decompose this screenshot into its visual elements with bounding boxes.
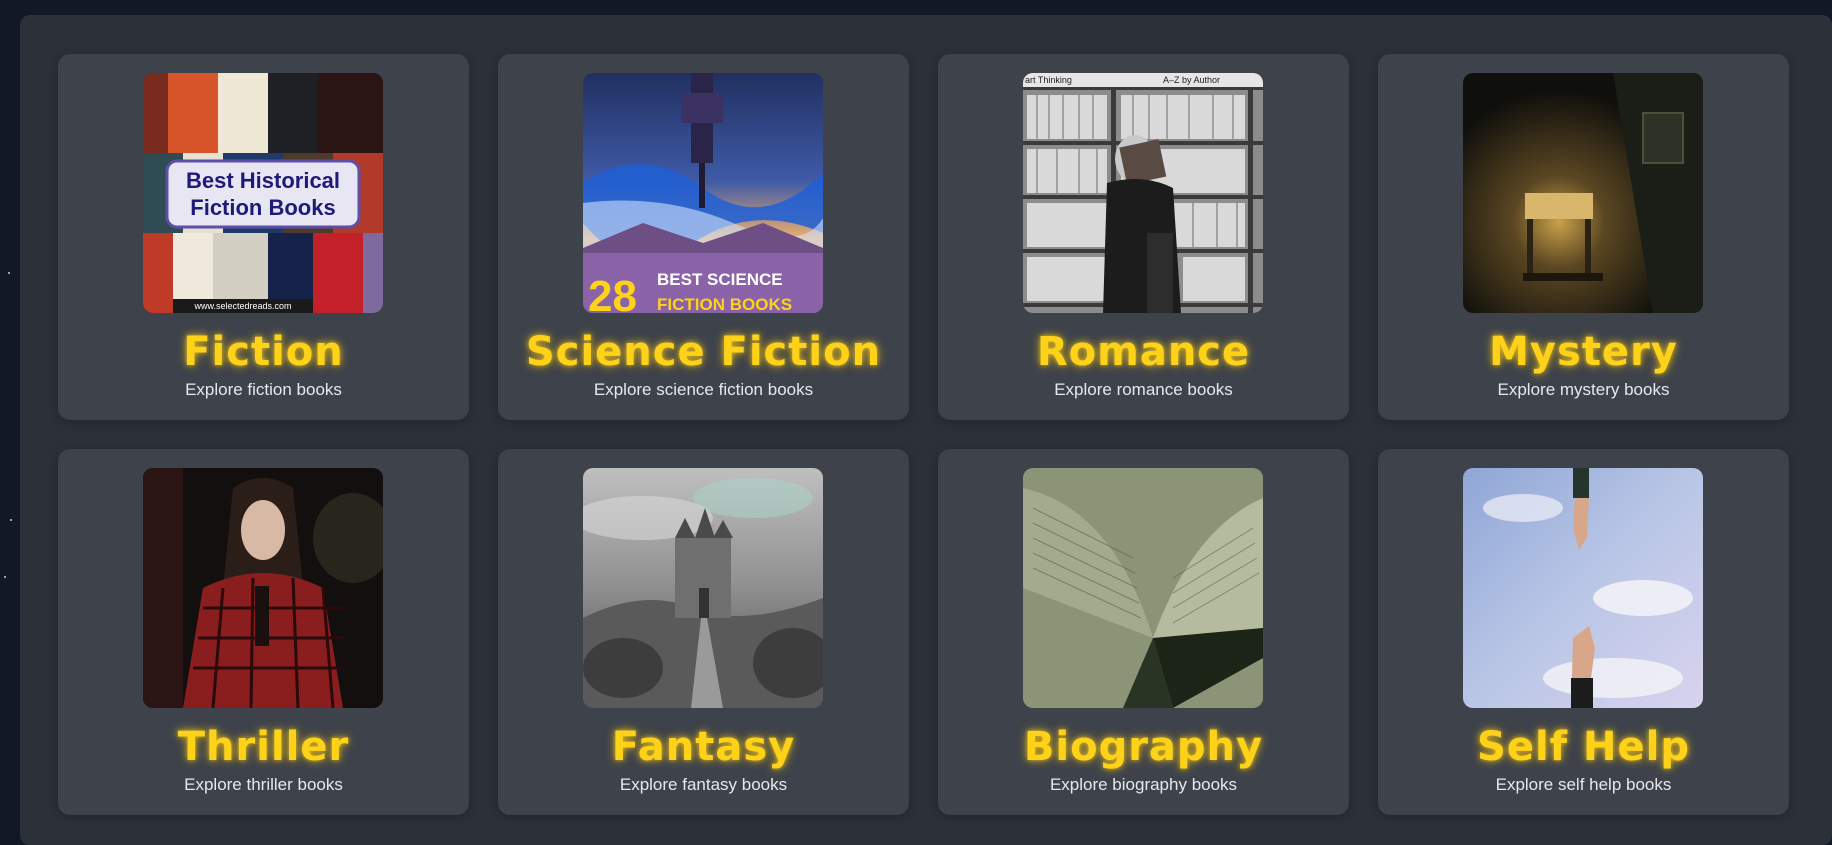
category-subtitle: Explore romance books xyxy=(938,380,1349,400)
category-card-mystery[interactable]: Mystery Explore mystery books xyxy=(1378,54,1789,420)
category-title: Fiction xyxy=(58,329,469,375)
category-subtitle: Explore thriller books xyxy=(58,775,469,795)
mystery-cover-image xyxy=(1463,73,1703,313)
category-card-fantasy[interactable]: Fantasy Explore fantasy books xyxy=(498,449,909,815)
category-card-fiction[interactable]: Best Historical Fiction Books www.select… xyxy=(58,54,469,420)
category-title: Mystery xyxy=(1378,329,1789,375)
star xyxy=(4,576,6,578)
fiction-cover-text-line1: Best Historical xyxy=(186,168,340,193)
category-card-romance[interactable]: art Thinking A–Z by Author xyxy=(938,54,1349,420)
sf-cover-text-line1: BEST SCIENCE xyxy=(657,270,783,289)
fantasy-cover-image xyxy=(583,468,823,708)
star xyxy=(8,272,10,274)
fiction-cover-text-line2: Fiction Books xyxy=(190,195,335,220)
category-title: Romance xyxy=(938,329,1349,375)
category-card-science-fiction[interactable]: 28 BEST SCIENCE FICTION BOOKS Science Fi… xyxy=(498,54,909,420)
category-subtitle: Explore biography books xyxy=(938,775,1349,795)
category-card-thriller[interactable]: Thriller Explore thriller books xyxy=(58,449,469,815)
biography-cover-image xyxy=(1023,468,1263,708)
category-grid: Best Historical Fiction Books www.select… xyxy=(58,54,1789,815)
romance-sign-right: A–Z by Author xyxy=(1163,75,1220,85)
category-subtitle: Explore mystery books xyxy=(1378,380,1789,400)
category-title: Biography xyxy=(938,724,1349,770)
category-title: Thriller xyxy=(58,724,469,770)
sf-cover-number: 28 xyxy=(588,272,637,313)
science-fiction-cover-image: 28 BEST SCIENCE FICTION BOOKS xyxy=(583,73,823,313)
self-help-cover-image xyxy=(1463,468,1703,708)
romance-cover-image: art Thinking A–Z by Author xyxy=(1023,73,1263,313)
category-title: Fantasy xyxy=(498,724,909,770)
thriller-cover-image xyxy=(143,468,383,708)
category-title: Science Fiction xyxy=(498,329,909,375)
category-subtitle: Explore fiction books xyxy=(58,380,469,400)
category-subtitle: Explore self help books xyxy=(1378,775,1789,795)
star xyxy=(10,519,12,521)
category-subtitle: Explore science fiction books xyxy=(498,380,909,400)
category-title: Self Help xyxy=(1378,724,1789,770)
romance-sign-left: art Thinking xyxy=(1025,75,1072,85)
fiction-cover-image: Best Historical Fiction Books www.select… xyxy=(143,73,383,313)
sf-cover-text-line2: FICTION BOOKS xyxy=(657,295,792,313)
fiction-cover-footer: www.selectedreads.com xyxy=(193,301,291,311)
category-card-self-help[interactable]: Self Help Explore self help books xyxy=(1378,449,1789,815)
category-card-biography[interactable]: Biography Explore biography books xyxy=(938,449,1349,815)
category-subtitle: Explore fantasy books xyxy=(498,775,909,795)
